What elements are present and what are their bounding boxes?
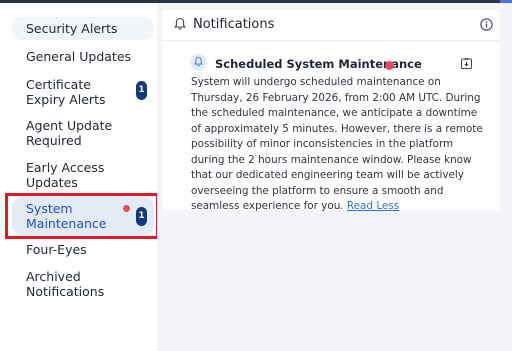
unread-count-badge: 1 [136, 207, 147, 226]
notification-categories-sidebar: Security Alerts General Updates Certific… [0, 3, 158, 351]
sidebar-item-label: System Maintenance [26, 201, 107, 231]
bell-icon [174, 17, 186, 30]
sidebar-item-system-maintenance[interactable]: System Maintenance 1 [12, 197, 154, 235]
notifications-panel: Notifications Scheduled System Maintenan… [162, 10, 500, 212]
panel-title: Notifications [193, 17, 275, 32]
sidebar-item-label: Four-Eyes [26, 242, 87, 257]
sidebar-item-four-eyes[interactable]: Four-Eyes [12, 240, 154, 260]
archive-icon[interactable] [460, 57, 473, 70]
info-icon[interactable] [480, 18, 493, 31]
sidebar-item-security-alerts[interactable]: Security Alerts [12, 17, 154, 40]
sidebar-item-label: Certificate Expiry Alerts [26, 77, 106, 107]
sidebar-item-general-updates[interactable]: General Updates [12, 47, 154, 67]
sidebar-item-label: Security Alerts [26, 21, 118, 36]
read-less-link[interactable]: Read Less [347, 200, 399, 212]
panel-header: Notifications [162, 10, 500, 41]
unread-dot [385, 61, 394, 70]
unread-dot [123, 205, 130, 212]
notification-message: System will undergo scheduled maintenanc… [191, 76, 483, 212]
sidebar-item-label: Archived Notifications [26, 269, 105, 299]
notification-type-icon [190, 54, 207, 71]
notification-body: System will undergo scheduled maintenanc… [191, 75, 487, 215]
sidebar-item-certificate-expiry-alerts[interactable]: Certificate Expiry Alerts 1 [12, 75, 154, 109]
sidebar-item-label: Agent Update Required [26, 118, 113, 148]
bell-icon [194, 57, 203, 67]
sidebar-item-label: Early Access Updates [26, 160, 105, 190]
sidebar-item-early-access-updates[interactable]: Early Access Updates [12, 158, 154, 192]
sidebar-item-agent-update-required[interactable]: Agent Update Required [12, 116, 154, 150]
sidebar-item-label: General Updates [26, 49, 132, 64]
unread-count-badge: 1 [136, 81, 147, 100]
sidebar-item-archived-notifications[interactable]: Archived Notifications [12, 267, 154, 301]
notifications-content: Notifications Scheduled System Maintenan… [157, 3, 512, 351]
